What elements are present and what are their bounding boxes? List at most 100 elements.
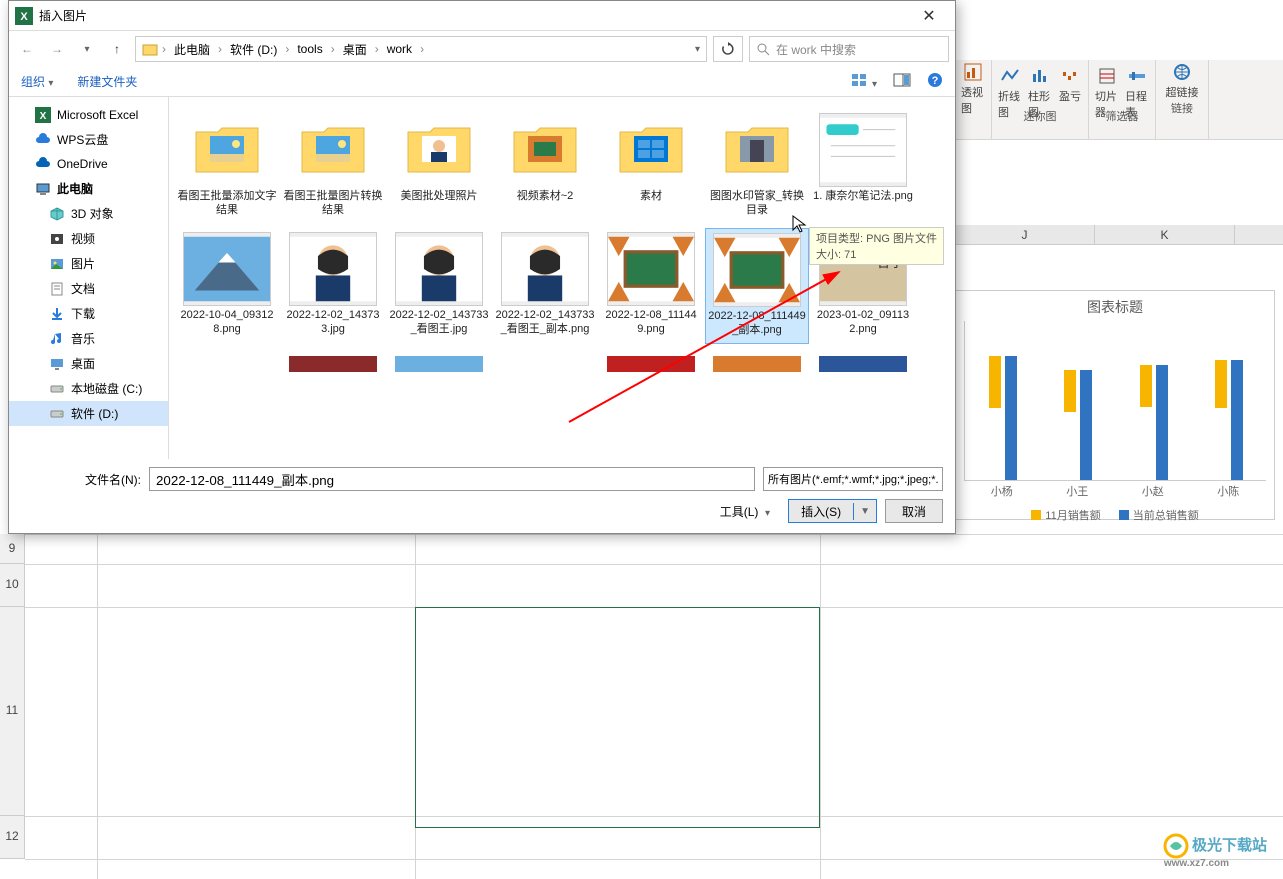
help-button[interactable]: ?: [927, 72, 943, 91]
breadcrumb[interactable]: tools: [293, 42, 326, 56]
nav-item-download[interactable]: 下载: [9, 301, 168, 326]
filename-label: 文件名(N):: [21, 471, 141, 488]
search-placeholder: 在 work 中搜索: [776, 41, 856, 58]
sparkline-line-button[interactable]: 折线图: [998, 66, 1022, 102]
view-mode-button[interactable]: ▾: [851, 73, 877, 90]
file-item[interactable]: 视频素材~2: [493, 109, 597, 224]
insert-picture-dialog: X 插入图片 ✕ ← → ▾ ↑ › 此电脑› 软件 (D:)› tools› …: [8, 0, 956, 534]
excel-icon: X: [15, 7, 33, 25]
ribbon-group-links: 超链接 链接: [1156, 60, 1209, 139]
file-item[interactable]: 1. 康奈尔笔记法.png: [811, 109, 915, 224]
slicer-button[interactable]: 切片器: [1095, 66, 1119, 102]
folder-icon: [142, 41, 158, 57]
bar: [1005, 356, 1017, 480]
hyperlink-button[interactable]: 超链接: [1162, 62, 1202, 98]
new-folder-button[interactable]: 新建文件夹: [77, 73, 137, 90]
nav-item-disk[interactable]: 本地磁盘 (C:): [9, 376, 168, 401]
nav-item-image[interactable]: 图片: [9, 251, 168, 276]
nav-recent-dropdown[interactable]: ▾: [75, 37, 99, 61]
nav-item-cube[interactable]: 3D 对象: [9, 201, 168, 226]
cancel-button[interactable]: 取消: [885, 499, 943, 523]
file-item[interactable]: 2022-12-08_111449.png: [599, 228, 703, 345]
row-header[interactable]: 9: [0, 534, 25, 564]
ribbon-group-label: 迷你图: [1024, 106, 1057, 124]
nav-forward-button: →: [45, 37, 69, 61]
chart-legend: 11月销售额 当前总销售额: [956, 501, 1274, 529]
nav-item-desktop[interactable]: 桌面: [9, 351, 168, 376]
row-header[interactable]: 10: [0, 564, 25, 607]
chart-x-axis: 小杨小王小赵小陈: [956, 481, 1274, 501]
navigation-tree[interactable]: XMicrosoft ExcelWPS云盘OneDrive此电脑3D 对象视频图…: [9, 97, 169, 459]
nav-item-excel[interactable]: XMicrosoft Excel: [9, 103, 168, 127]
preview-pane-button[interactable]: [893, 73, 911, 90]
breadcrumb[interactable]: 此电脑: [170, 41, 214, 58]
row-header[interactable]: 11: [0, 607, 25, 816]
bar: [1215, 360, 1227, 408]
breadcrumb[interactable]: 桌面: [339, 41, 371, 58]
address-bar[interactable]: › 此电脑› 软件 (D:)› tools› 桌面› work› ▾: [135, 36, 707, 62]
nav-item-doc[interactable]: 文档: [9, 276, 168, 301]
bar: [1231, 360, 1243, 480]
file-item[interactable]: 素材: [599, 109, 703, 224]
filetype-select[interactable]: [763, 467, 943, 491]
nav-item-disk[interactable]: 软件 (D:): [9, 401, 168, 426]
filename-input[interactable]: [149, 467, 755, 491]
sparkline-winloss-button[interactable]: 盈亏: [1058, 66, 1082, 102]
col-header-k[interactable]: K: [1095, 225, 1235, 244]
dialog-toolbar: 组织 ▾ 新建文件夹 ▾ ?: [9, 67, 955, 97]
ribbon-group-label: 链接: [1171, 98, 1193, 116]
address-dropdown-icon[interactable]: ▾: [695, 44, 700, 55]
watermark: 极光下载站 www.xz7.com: [1164, 834, 1267, 869]
nav-back-button[interactable]: ←: [15, 37, 39, 61]
excel-ribbon: 透视图 折线图 柱形图 盈亏 迷你图 切片器 日程表 筛选器 超链接 链接: [955, 60, 1283, 140]
svg-text:X: X: [40, 111, 47, 122]
nav-item-pc[interactable]: 此电脑: [9, 176, 168, 201]
file-item[interactable]: 2022-12-02_143733.jpg: [281, 228, 385, 345]
selected-cell[interactable]: [415, 607, 820, 828]
pivot-chart-button[interactable]: 透视图: [961, 62, 985, 98]
svg-text:X: X: [20, 11, 28, 23]
ribbon-group-label: 筛选器: [1106, 106, 1139, 124]
row-header[interactable]: 12: [0, 816, 25, 859]
nav-item-video[interactable]: 视频: [9, 226, 168, 251]
chart-title: 图表标题: [956, 291, 1274, 321]
breadcrumb[interactable]: 软件 (D:): [226, 41, 281, 58]
bar: [1156, 365, 1168, 480]
dialog-titlebar[interactable]: X 插入图片 ✕: [9, 1, 955, 31]
file-item[interactable]: 看图王批量添加文字结果: [175, 109, 279, 224]
breadcrumb[interactable]: work: [383, 42, 416, 56]
search-input[interactable]: 在 work 中搜索: [749, 36, 949, 62]
nav-up-button[interactable]: ↑: [105, 37, 129, 61]
search-icon: [756, 42, 770, 56]
nav-item-cloud-blue[interactable]: WPS云盘: [9, 127, 168, 152]
file-item[interactable]: 2022-12-08_111449_副本.png: [705, 228, 809, 345]
file-item[interactable]: 美图批处理照片: [387, 109, 491, 224]
file-item[interactable]: 2022-12-02_143733_看图王_副本.png: [493, 228, 597, 345]
file-item[interactable]: 图图水印管家_转换目录: [705, 109, 809, 224]
refresh-button[interactable]: [713, 36, 743, 62]
embedded-chart[interactable]: 图表标题 小杨小王小赵小陈 11月销售额 当前总销售额: [955, 290, 1275, 520]
file-tooltip: 项目类型: PNG 图片文件 大小: 71: [809, 227, 944, 265]
tools-menu[interactable]: 工具(L) ▾: [720, 503, 770, 520]
file-item[interactable]: 2022-10-04_093128.png: [175, 228, 279, 345]
timeline-button[interactable]: 日程表: [1125, 66, 1149, 102]
ribbon-group-pivot: 透视图: [955, 60, 992, 139]
file-list-pane[interactable]: 看图王批量添加文字结果看图王批量图片转换结果美图批处理照片视频素材~2素材图图水…: [169, 97, 955, 459]
bar: [1140, 365, 1152, 407]
insert-button[interactable]: 插入(S)▼: [788, 499, 877, 523]
bar: [989, 356, 1001, 408]
nav-item-music[interactable]: 音乐: [9, 326, 168, 351]
ribbon-group-sparklines: 折线图 柱形图 盈亏 迷你图: [992, 60, 1089, 139]
organize-menu[interactable]: 组织 ▾: [21, 73, 53, 90]
file-item[interactable]: 2022-12-02_143733_看图王.jpg: [387, 228, 491, 345]
file-item[interactable]: 看图王批量图片转换结果: [281, 109, 385, 224]
chart-plot-area: [964, 321, 1266, 481]
close-button[interactable]: ✕: [909, 6, 949, 26]
sparkline-column-button[interactable]: 柱形图: [1028, 66, 1052, 102]
nav-item-onedrive[interactable]: OneDrive: [9, 152, 168, 176]
ribbon-group-filters: 切片器 日程表 筛选器: [1089, 60, 1156, 139]
col-header-j[interactable]: J: [955, 225, 1095, 244]
dialog-navbar: ← → ▾ ↑ › 此电脑› 软件 (D:)› tools› 桌面› work›…: [9, 31, 955, 67]
dialog-title: 插入图片: [39, 7, 909, 24]
bar: [1064, 370, 1076, 412]
